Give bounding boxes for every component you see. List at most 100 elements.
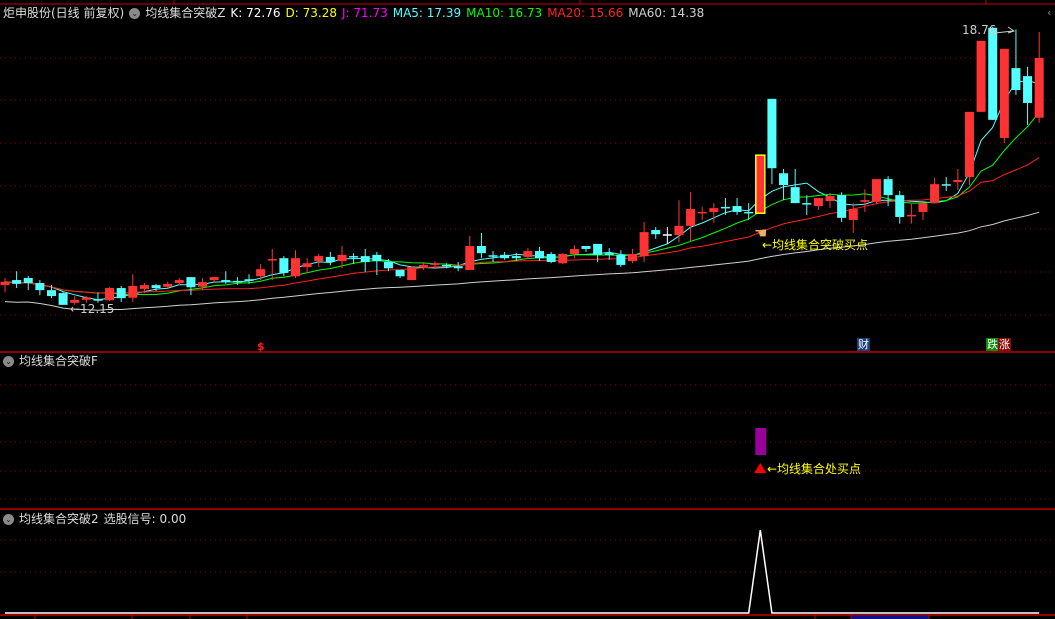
- candle-body: [930, 184, 940, 204]
- candle-body: [616, 254, 626, 265]
- candle-body: [93, 298, 103, 301]
- candle-body: [755, 154, 766, 214]
- candle-body: [221, 280, 231, 282]
- candle-body: [651, 230, 661, 235]
- ma5-value: MA5: 17.39: [392, 6, 462, 20]
- candle-body: [232, 280, 242, 283]
- candle-body: [116, 288, 126, 299]
- candle-body: [0, 281, 10, 286]
- candle-body: [139, 285, 149, 289]
- candle-body: [1011, 68, 1021, 90]
- candle-body: [58, 293, 68, 305]
- ma20-value: MA20: 15.66: [547, 6, 624, 20]
- signal-bar: [755, 428, 767, 455]
- candle-body: [314, 256, 324, 262]
- candle-body: [267, 259, 277, 261]
- candle-body: [941, 184, 951, 186]
- main-pane-header: 炬申股份(日线 前复权) ⌄ 均线集合突破Z K: 72.76 D: 73.28…: [3, 5, 704, 21]
- candle-body: [825, 195, 835, 202]
- candle-body: [802, 203, 812, 205]
- candle-body: [23, 277, 33, 284]
- candle-body: [627, 253, 637, 262]
- pane2-buy-label: ←均线集合处买点: [767, 462, 862, 476]
- rise-tag[interactable]: 涨: [998, 338, 1011, 351]
- candle-body: [999, 48, 1009, 138]
- chevron-down-icon[interactable]: ⌄: [3, 513, 14, 525]
- candle-body: [779, 173, 789, 186]
- candle-body: [767, 98, 777, 169]
- candle-body: [976, 40, 986, 112]
- candle-body: [325, 256, 335, 262]
- candle-body: [465, 246, 475, 270]
- candle-body: [720, 206, 730, 209]
- candle-body: [790, 187, 800, 204]
- candle-body: [662, 234, 672, 236]
- candle-body: [953, 179, 963, 183]
- candle-body: [872, 179, 881, 202]
- candle-body: [476, 246, 486, 254]
- hand-cursor-icon: ☚: [754, 224, 768, 242]
- buy-triangle-icon: [754, 463, 767, 473]
- candle-body: [128, 285, 138, 298]
- candle-body: [813, 198, 823, 207]
- buy-point-label: ←均线集合突破买点: [762, 238, 869, 252]
- candle-body: [302, 263, 312, 268]
- pane3-header: ⌄ 均线集合突破2 选股信号: 0.00: [3, 511, 186, 527]
- candle-body: [674, 225, 684, 236]
- candle-body: [279, 258, 289, 273]
- candle-body: [837, 195, 847, 218]
- candle-body: [523, 251, 533, 257]
- candle-body: [686, 208, 696, 226]
- chevron-down-icon[interactable]: ⌄: [3, 355, 14, 367]
- pane2-header: ⌄ 均线集合突破F: [3, 353, 98, 369]
- candle-body: [964, 111, 974, 178]
- candle-body: [883, 179, 893, 196]
- candle-body: [848, 208, 858, 220]
- candle-body: [918, 203, 928, 212]
- ma10-value: MA10: 16.73: [466, 6, 543, 20]
- candle-body: [395, 269, 405, 277]
- candle-body: [418, 264, 428, 268]
- candle-body: [442, 264, 452, 267]
- candle-body: [453, 266, 463, 269]
- pane3-title[interactable]: 均线集合突破2: [19, 511, 99, 527]
- candle-body: [209, 277, 219, 281]
- high-arrow: [994, 26, 1016, 34]
- ma60-value: MA60: 14.38: [628, 6, 705, 20]
- dollar-tag[interactable]: $: [256, 340, 266, 353]
- candle-body: [198, 282, 208, 287]
- candle-body: [511, 256, 521, 259]
- candle-body: [1034, 58, 1044, 118]
- candle-body: [372, 254, 382, 262]
- candle-body: [546, 253, 556, 262]
- candle-body: [407, 267, 417, 281]
- signal-label: 选股信号: 0.00: [103, 512, 187, 526]
- chevron-down-icon[interactable]: ⌄: [129, 7, 141, 19]
- candle-body: [500, 254, 510, 259]
- finance-tag[interactable]: 财: [857, 338, 870, 351]
- candle-body: [697, 211, 707, 214]
- candle-body: [558, 253, 568, 264]
- j-value: J: 71.73: [341, 6, 388, 20]
- candle-body: [291, 258, 300, 277]
- candle-body: [383, 261, 393, 269]
- candle-body: [604, 253, 614, 255]
- candle-body: [906, 214, 916, 217]
- candle-body: [988, 27, 998, 120]
- candle-body: [360, 256, 370, 262]
- candle-body: [163, 283, 173, 287]
- pane2-title[interactable]: 均线集合突破F: [19, 353, 98, 369]
- candle-body: [488, 255, 498, 257]
- candle-body: [105, 288, 115, 301]
- candle-body: [593, 243, 603, 255]
- k-value: K: 72.76: [230, 6, 281, 20]
- indicator-name[interactable]: 均线集合突破Z: [145, 5, 225, 21]
- candle-body: [744, 211, 754, 214]
- collapse-chevron-icon[interactable]: ‹: [1047, 6, 1051, 19]
- candle-body: [1023, 76, 1033, 104]
- candle-body: [569, 248, 579, 254]
- d-value: D: 73.28: [285, 6, 337, 20]
- candle-body: [349, 256, 359, 258]
- candle-body: [174, 280, 184, 284]
- candle-body: [860, 200, 870, 202]
